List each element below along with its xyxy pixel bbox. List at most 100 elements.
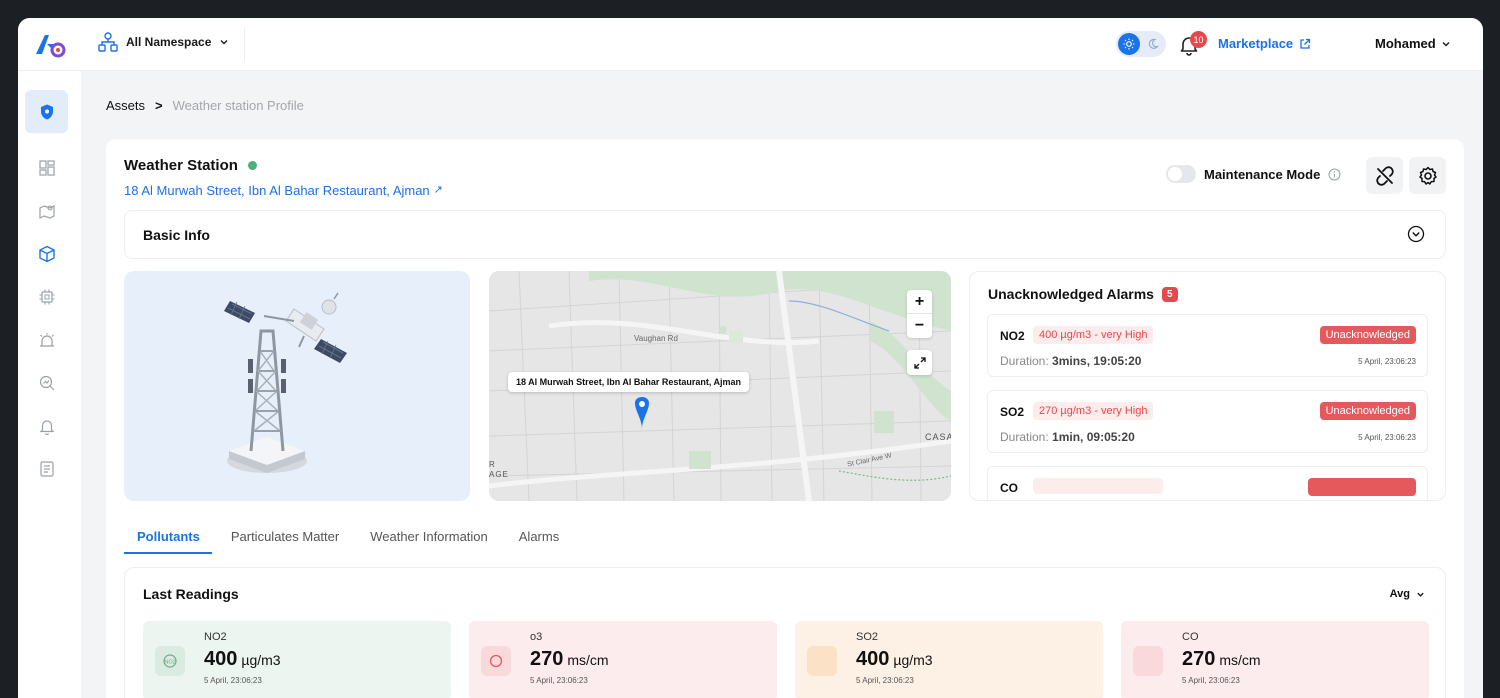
station-address-link[interactable]: 18 Al Murwah Street, Ibn Al Bahar Restau… — [124, 183, 443, 198]
map-label-vaughan: Vaughan Rd — [634, 334, 678, 343]
unlink-icon — [1375, 165, 1394, 186]
info-icon[interactable] — [1328, 168, 1341, 181]
namespace-selector[interactable]: All Namespace — [98, 32, 229, 52]
sidebar-item-alarms[interactable] — [25, 318, 68, 361]
cube-icon — [38, 245, 55, 262]
reading-value: 400 µg/m3 — [856, 648, 933, 670]
reading-card-co[interactable]: CO 270 ms/cm 5 April, 23:06:23 — [1121, 621, 1429, 698]
sidebar — [18, 71, 81, 698]
map-label-casa: CASA — [925, 432, 951, 442]
alarm-level-badge: 270 µg/m3 - very High — [1033, 402, 1154, 420]
reading-timestamp: 5 April, 23:06:23 — [204, 676, 262, 685]
sidebar-item-dashboard[interactable] — [25, 146, 68, 189]
user-name: Mohamed — [1375, 36, 1436, 51]
dashboard-icon — [38, 159, 55, 176]
reading-unit: ms/cm — [1219, 652, 1261, 668]
tab-pollutants[interactable]: Pollutants — [124, 529, 212, 554]
aggregate-dropdown[interactable]: Avg — [1390, 588, 1425, 600]
weather-tower-illustration — [224, 292, 347, 473]
alarms-panel: Unacknowledged Alarms 5 NO2 400 µg/m3 - … — [969, 271, 1446, 501]
alarm-item[interactable]: CO — [987, 466, 1428, 500]
alarm-item[interactable]: SO2 270 µg/m3 - very High Unacknowledged… — [987, 390, 1428, 453]
chevron-down-circle-icon[interactable] — [1407, 225, 1425, 243]
alarm-item[interactable]: NO2 400 µg/m3 - very High Unacknowledged… — [987, 314, 1428, 377]
maintenance-mode: Maintenance Mode — [1166, 165, 1341, 183]
alarm-timestamp: 5 April, 23:06:23 — [1358, 357, 1416, 366]
reading-value: 400 µg/m3 — [204, 648, 281, 670]
maintenance-label: Maintenance Mode — [1204, 166, 1321, 182]
map-location-tooltip: 18 Al Murwah Street, Ibn Al Bahar Restau… — [508, 372, 750, 392]
moon-icon[interactable] — [1144, 35, 1162, 53]
fullscreen-button[interactable] — [907, 350, 932, 375]
basic-info-section[interactable]: Basic Info — [124, 210, 1446, 259]
location-map[interactable]: Vaughan Rd St Clair Ave W CASA R AGE 18 … — [489, 271, 951, 501]
maintenance-toggle[interactable] — [1166, 165, 1196, 183]
external-link-icon — [1300, 38, 1311, 49]
sidebar-item-security[interactable] — [25, 90, 68, 133]
reading-timestamp: 5 April, 23:06:23 — [530, 676, 588, 685]
svg-text:NO2: NO2 — [164, 660, 175, 666]
bell-icon — [39, 419, 54, 435]
online-status-dot — [247, 161, 257, 170]
sidebar-item-map[interactable] — [25, 189, 68, 232]
alarm-status-badge[interactable] — [1308, 478, 1416, 496]
zoom-out-button[interactable]: − — [907, 314, 932, 338]
sidebar-item-devices[interactable] — [25, 275, 68, 318]
station-address: 18 Al Murwah Street, Ibn Al Bahar Restau… — [124, 183, 430, 198]
alarm-level-badge: 400 µg/m3 - very High — [1033, 326, 1154, 344]
station-title-row: Weather Station — [124, 157, 257, 174]
sidebar-item-reports[interactable] — [25, 447, 68, 490]
unlink-button[interactable] — [1366, 157, 1403, 194]
breadcrumb-current: Weather station Profile — [172, 98, 304, 113]
notification-count-badge: 10 — [1190, 31, 1207, 48]
breadcrumb: Assets > Weather station Profile — [106, 98, 304, 113]
station-card: Weather Station 18 Al Murwah Street, Ibn… — [106, 139, 1464, 698]
chevron-down-icon — [220, 39, 228, 45]
sun-icon[interactable] — [1118, 33, 1140, 55]
map-label-r: R — [489, 460, 495, 469]
alarms-count-badge: 5 — [1161, 286, 1178, 302]
fire-icon — [1133, 646, 1163, 676]
alarm-status-badge[interactable]: Unacknowledged — [1319, 402, 1416, 420]
alarm-level-badge — [1033, 478, 1163, 494]
divider — [244, 28, 245, 61]
data-tabs: Pollutants Particulates Matter Weather I… — [124, 529, 577, 554]
top-bar: All Namespace 10 Marketplace Mohamed — [18, 18, 1483, 71]
reading-label: SO2 — [856, 631, 879, 643]
tab-alarms[interactable]: Alarms — [506, 529, 571, 554]
sidebar-item-assets[interactable] — [25, 232, 68, 275]
document-icon — [39, 460, 54, 477]
shield-icon — [40, 104, 53, 119]
marketplace-link[interactable]: Marketplace — [1218, 36, 1311, 51]
ozone-icon — [481, 646, 511, 676]
reading-card-so2[interactable]: SO2 400 µg/m3 5 April, 23:06:23 — [795, 621, 1103, 698]
theme-toggle[interactable] — [1116, 31, 1166, 57]
user-menu[interactable]: Mohamed — [1375, 36, 1451, 51]
tab-weather-information[interactable]: Weather Information — [357, 529, 500, 554]
settings-button[interactable] — [1409, 157, 1446, 194]
app-logo[interactable] — [34, 32, 66, 58]
zoom-in-button[interactable]: + — [907, 290, 932, 314]
reading-card-o3[interactable]: o3 270 ms/cm 5 April, 23:06:23 — [469, 621, 777, 698]
app-window: All Namespace 10 Marketplace Mohamed Ass… — [18, 18, 1483, 698]
alarm-status-badge[interactable]: Unacknowledged — [1319, 326, 1416, 344]
alarms-title: Unacknowledged Alarms — [988, 286, 1154, 302]
map-zoom-control: + − — [907, 290, 932, 338]
chevron-down-icon — [1417, 592, 1424, 597]
reading-label: o3 — [530, 631, 543, 643]
alarm-duration: Duration: 1min, 09:05:20 — [1000, 430, 1135, 444]
tab-particulates-matter[interactable]: Particulates Matter — [218, 529, 351, 554]
sidebar-item-analytics[interactable] — [25, 361, 68, 404]
namespace-icon — [98, 32, 118, 52]
map-icon — [38, 204, 55, 219]
breadcrumb-root[interactable]: Assets — [106, 98, 145, 113]
alarm-duration: Duration: 3mins, 19:05:20 — [1000, 354, 1142, 368]
chip-icon — [39, 289, 54, 304]
reading-card-no2[interactable]: NO2 NO2 400 µg/m3 5 April, 23:06:23 — [143, 621, 451, 698]
reading-label: NO2 — [204, 631, 227, 643]
station-image — [124, 271, 470, 501]
basic-info-label: Basic Info — [143, 227, 210, 243]
reading-timestamp: 5 April, 23:06:23 — [856, 676, 914, 685]
sidebar-item-notifications[interactable] — [25, 404, 68, 447]
chevron-down-icon — [1442, 41, 1450, 47]
